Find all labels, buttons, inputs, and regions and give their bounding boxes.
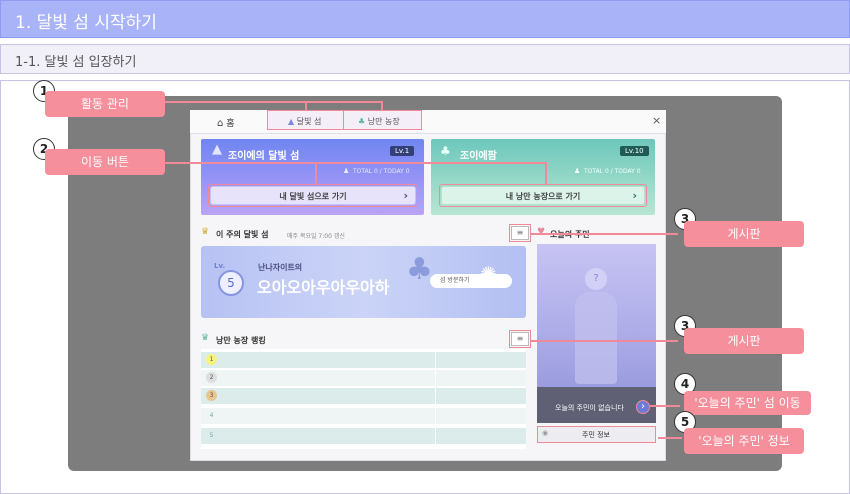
resident-info-button[interactable]: ◉ 주민 정보 [537, 426, 656, 443]
column-divider [435, 352, 436, 444]
moon-island-stats: TOTAL 0 / TODAY 0 [353, 168, 410, 175]
highlight-move-1 [208, 184, 418, 207]
banner-island-name: 오아오아우아우아하 [257, 278, 390, 297]
island-icon: ▲ [212, 142, 222, 157]
tab-romantic-farm-label: 낭만 농장 [367, 117, 400, 126]
rank-number: 2 [206, 372, 217, 383]
highlight-board-1 [509, 224, 531, 242]
rank-number: 1 [206, 354, 217, 365]
farm-stats: TOTAL 0 / TODAY 0 [584, 168, 641, 175]
callout-board: 게시판 [684, 221, 804, 247]
weekly-update-note: 매주 목요일 7:00 갱신 [287, 233, 345, 240]
weekly-island-title: 이 주의 달빛 섬 [216, 230, 269, 239]
section-heading-1: 1. 달빛 섬 시작하기 [0, 0, 850, 38]
moon-island-icon: ▲ [288, 117, 295, 126]
trophy-icon: ♛ [201, 227, 210, 237]
connector-line [381, 101, 383, 110]
rank-number: 5 [209, 432, 214, 439]
banner-level-prefix: Lv. [214, 262, 226, 270]
moon-island-title: 조이에의 달빛 섬 [228, 151, 300, 162]
sprout-icon: ♣ [358, 117, 366, 126]
table-row[interactable]: 4 [201, 408, 526, 424]
resident-info-label: 주민 정보 [582, 431, 610, 439]
connector-line [658, 437, 682, 439]
connector-line [531, 340, 678, 342]
tab-divider [343, 111, 344, 129]
section-heading-2: 1-1. 달빛 섬 입장하기 [0, 44, 850, 74]
sprout-icon: ♣ [440, 144, 451, 158]
home-label: 홈 [226, 119, 235, 129]
heading-1-text: 1. 달빛 섬 시작하기 [15, 13, 157, 33]
connector-line [165, 101, 381, 103]
today-empty-text: 오늘의 주민이 없습니다 [555, 404, 624, 412]
connector-line [545, 162, 547, 184]
trophy-icon: ♛ [201, 333, 210, 343]
callout-board: 게시판 [684, 328, 804, 354]
home-tab[interactable]: ⌂ 홈 [217, 116, 235, 129]
info-icon: ◉ [542, 429, 549, 437]
rank-number: 3 [206, 390, 217, 401]
go-resident-island-button[interactable]: › [636, 400, 650, 414]
close-icon[interactable]: × [652, 114, 661, 127]
callout-today-resident-move: '오늘의 주민' 섬 이동 [684, 391, 811, 415]
connector-line [315, 162, 317, 184]
table-row[interactable]: 3 [201, 388, 526, 404]
callout-activity-management: 활동 관리 [45, 91, 165, 117]
home-icon: ⌂ [217, 118, 224, 129]
highlight-board-2 [509, 330, 531, 348]
connector-line [650, 405, 680, 407]
tab-moon-island-label: 달빛 섬 [296, 117, 322, 126]
ranking-title: 낭만 농장 랭킹 [216, 336, 266, 345]
silhouette-body [575, 292, 617, 384]
moon-island-level: Lv.1 [390, 146, 415, 156]
silhouette-head: ? [585, 268, 607, 290]
heart-icon: ♥ [537, 227, 546, 237]
visit-island-button[interactable]: 섬 방문하기 [430, 274, 512, 288]
visitor-icon: ♟ [343, 167, 350, 175]
today-resident-title: 오늘의 주민 [550, 230, 590, 239]
visitor-icon: ♟ [574, 167, 581, 175]
rank-number: 4 [209, 412, 214, 419]
table-row[interactable]: 5 [201, 428, 526, 444]
highlight-move-2 [439, 184, 647, 207]
callout-today-resident-info: '오늘의 주민' 정보 [684, 428, 804, 454]
banner-owner: 난나자이트의 [258, 263, 303, 272]
heading-2-text: 1-1. 달빛 섬 입장하기 [15, 55, 137, 70]
farm-title: 조이에팜 [460, 151, 497, 162]
table-row[interactable]: 2 [201, 370, 526, 386]
tab-moon-island[interactable]: ▲ 달빛 섬 [288, 116, 321, 127]
window-topbar [190, 110, 666, 134]
connector-line [531, 233, 678, 235]
farm-level: Lv.10 [620, 146, 649, 156]
banner-level-badge: 5 [218, 270, 244, 296]
table-row[interactable]: 1 [201, 352, 526, 368]
connector-line [165, 162, 546, 164]
callout-move-button: 이동 버튼 [45, 149, 165, 175]
tab-romantic-farm[interactable]: ♣ 낭만 농장 [358, 116, 400, 127]
palm-tree-icon: ♣ [406, 252, 433, 287]
connector-line [305, 101, 307, 110]
